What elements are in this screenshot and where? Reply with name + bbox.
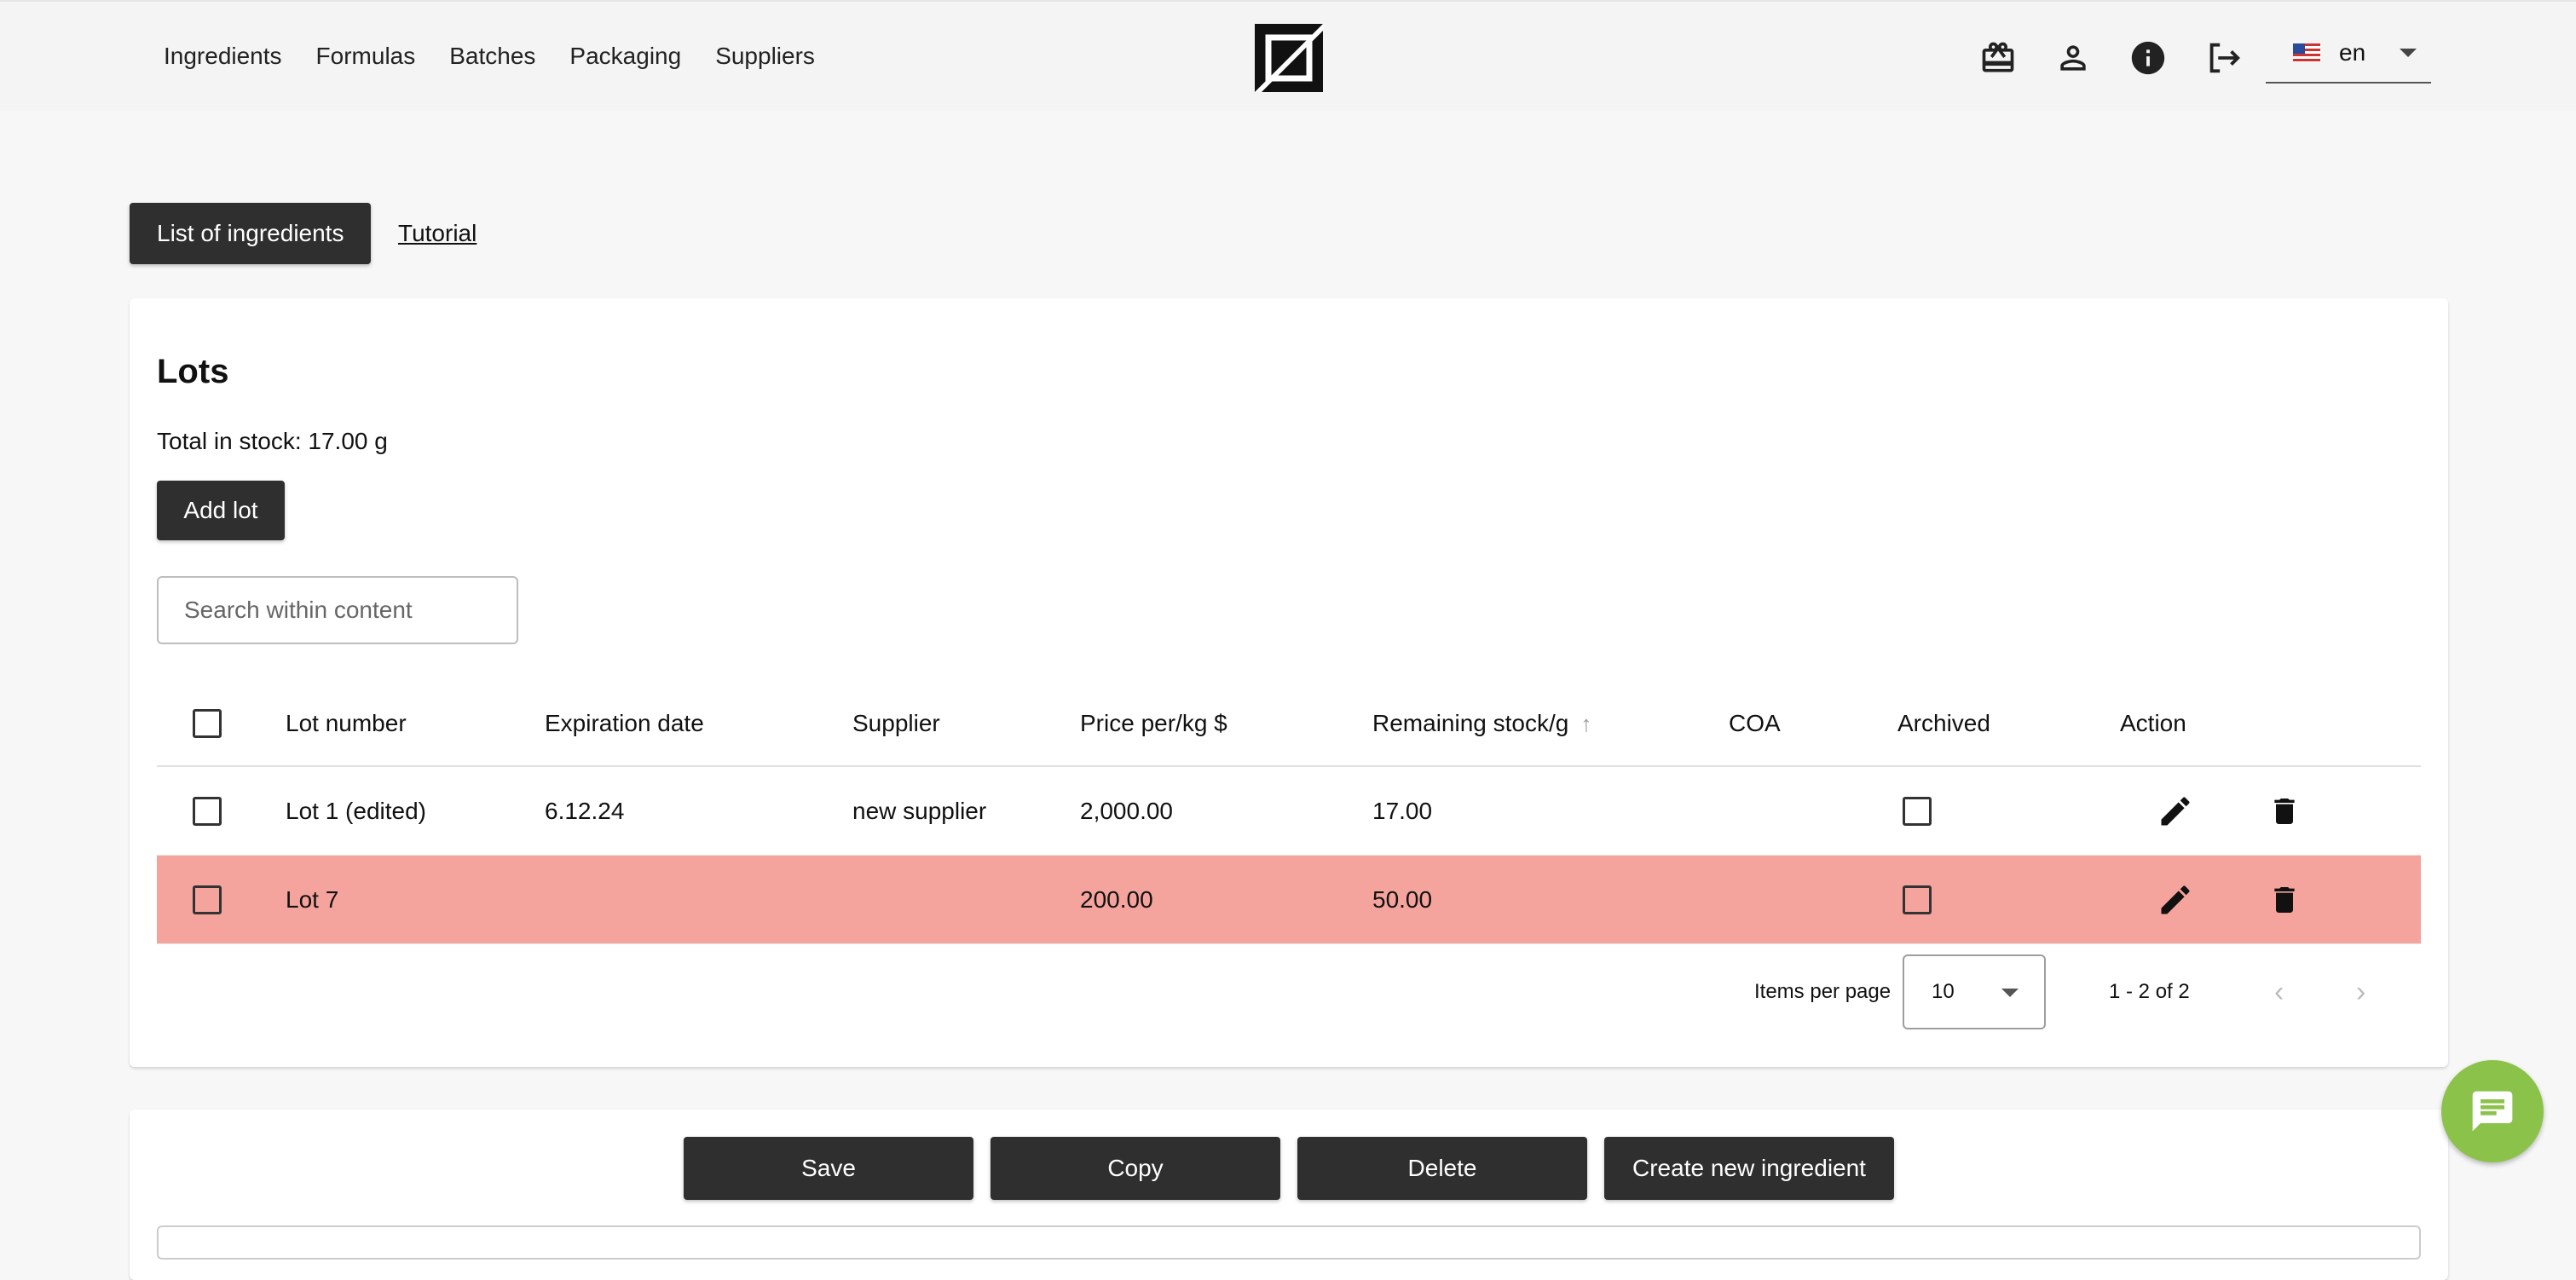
items-per-page-label: Items per page: [1754, 980, 1892, 1003]
table-row[interactable]: Lot 1 (edited) 6.12.24 new supplier 2,00…: [157, 767, 2421, 856]
select-all-checkbox[interactable]: [193, 682, 222, 765]
items-per-page-select[interactable]: 10: [1903, 954, 2046, 1029]
tutorial-link[interactable]: Tutorial: [398, 220, 477, 247]
user-icon[interactable]: [2053, 37, 2094, 78]
save-button[interactable]: Save: [684, 1137, 973, 1200]
cell-price: 2,000.00: [1080, 797, 1173, 824]
col-lot-number[interactable]: Lot number: [286, 682, 407, 765]
nav-ingredients[interactable]: Ingredients: [164, 43, 282, 70]
main-nav: Ingredients Formulas Batches Packaging S…: [164, 43, 815, 70]
delete-button[interactable]: Delete: [1297, 1137, 1587, 1200]
language-select[interactable]: en: [2266, 24, 2431, 84]
create-ingredient-button[interactable]: Create new ingredient: [1604, 1137, 1894, 1200]
col-expiration-date[interactable]: Expiration date: [545, 682, 704, 765]
chevron-down-icon: [2001, 989, 2019, 997]
table-header: Lot number Expiration date Supplier Pric…: [157, 682, 2421, 767]
tab-list-of-ingredients[interactable]: List of ingredients: [130, 203, 372, 264]
cell-expiration: 6.12.24: [545, 797, 625, 824]
logout-icon[interactable]: [2203, 37, 2244, 78]
gift-card-icon[interactable]: [1978, 37, 2019, 78]
next-page-icon[interactable]: ›: [2356, 954, 2365, 1029]
col-remaining-stock-label: Remaining stock/g: [1372, 710, 1569, 736]
cell-price: 200.00: [1080, 885, 1153, 913]
nav-suppliers[interactable]: Suppliers: [715, 43, 815, 70]
add-lot-button[interactable]: Add lot: [157, 481, 285, 540]
row-checkbox[interactable]: [193, 856, 222, 943]
sort-arrow-up-icon[interactable]: ↑: [1580, 711, 1591, 737]
col-action: Action: [2120, 710, 2186, 736]
row-checkbox[interactable]: [193, 767, 222, 855]
items-per-page-value: 10: [1932, 980, 1955, 1003]
pagination-range: 1 - 2 of 2: [2109, 980, 2190, 1003]
cell-stock: 17.00: [1372, 797, 1433, 824]
col-coa[interactable]: COA: [1729, 682, 1781, 765]
delete-icon[interactable]: [2267, 767, 2302, 855]
chat-button[interactable]: [2441, 1060, 2544, 1162]
nav-formulas[interactable]: Formulas: [316, 43, 416, 70]
cell-lot: Lot 1 (edited): [286, 797, 426, 824]
language-value: en: [2339, 39, 2366, 66]
copy-button[interactable]: Copy: [991, 1137, 1280, 1200]
col-supplier[interactable]: Supplier: [852, 682, 940, 765]
nav-packaging[interactable]: Packaging: [569, 43, 681, 70]
total-in-stock: Total in stock: 17.00 g: [157, 428, 388, 454]
edit-icon[interactable]: [2157, 767, 2194, 855]
search-input[interactable]: [157, 576, 518, 644]
nav-batches[interactable]: Batches: [449, 43, 535, 70]
delete-icon[interactable]: [2267, 856, 2302, 943]
top-bar: Ingredients Formulas Batches Packaging S…: [0, 0, 2576, 111]
col-archived[interactable]: Archived: [1897, 682, 1990, 765]
cell-lot: Lot 7: [286, 885, 339, 913]
col-price[interactable]: Price per/kg $: [1080, 682, 1227, 765]
archived-checkbox[interactable]: [1903, 856, 1932, 943]
cell-supplier: new supplier: [852, 797, 987, 824]
logo[interactable]: [1255, 24, 1323, 92]
cell-stock: 50.00: [1372, 885, 1433, 913]
archived-checkbox[interactable]: [1903, 767, 1932, 855]
info-icon[interactable]: [2128, 37, 2169, 78]
lots-title: Lots: [157, 353, 229, 390]
col-remaining-stock[interactable]: Remaining stock/g ↑: [1372, 682, 1591, 765]
prev-page-icon[interactable]: ‹: [2274, 954, 2284, 1029]
us-flag-icon: [2293, 43, 2320, 62]
table-row[interactable]: Lot 7 200.00 50.00: [157, 856, 2421, 944]
chat-icon: [2472, 1091, 2513, 1132]
edit-icon[interactable]: [2157, 856, 2194, 943]
chevron-down-icon: [2400, 49, 2417, 57]
editor-panel: [157, 1225, 2421, 1260]
